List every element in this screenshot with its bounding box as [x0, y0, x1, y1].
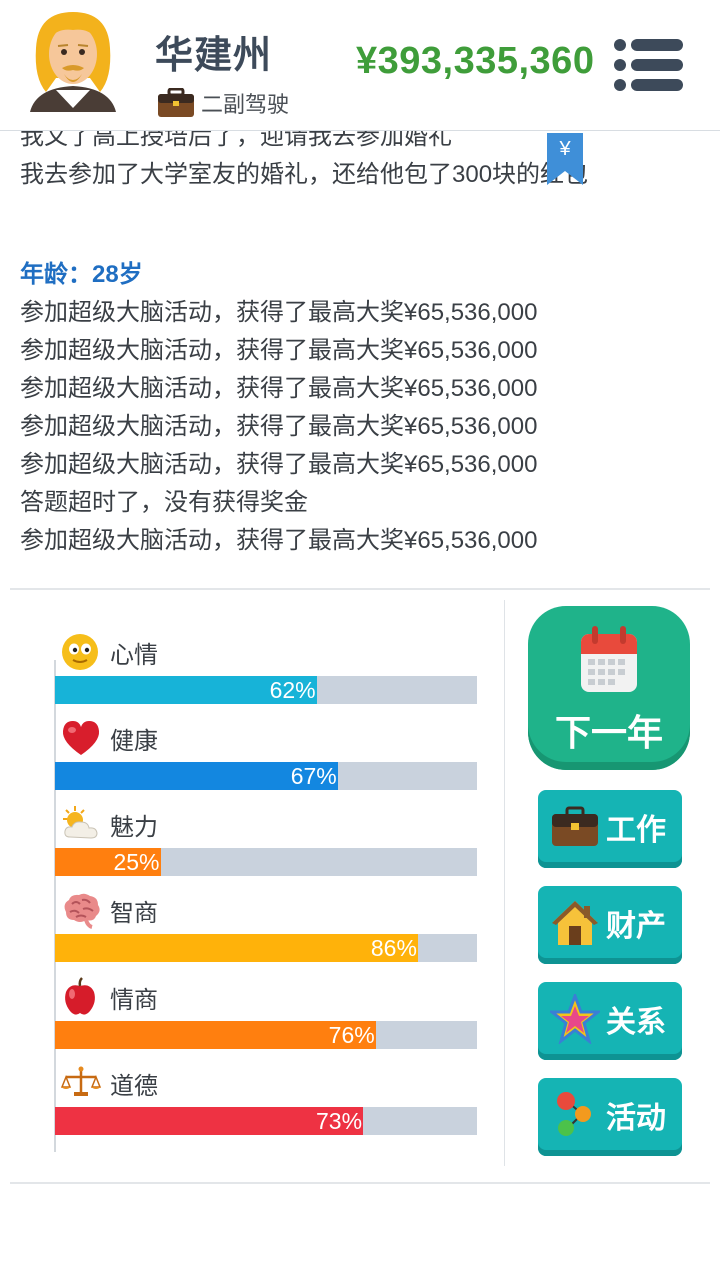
- log-line: 参加超级大脑活动，获得了最高大奖¥65,536,000: [20, 527, 538, 554]
- calendar-icon: [579, 624, 639, 694]
- stat-health: 健康 67%: [55, 718, 477, 804]
- log-line: 我去参加了大学室友的婚礼，还给他包了300块的红包: [20, 161, 589, 188]
- yen-bookmark-icon[interactable]: ¥: [547, 133, 583, 185]
- stat-label: 智商: [110, 899, 158, 927]
- property-label: 财产: [606, 910, 666, 943]
- stat-iq: 智商 86%: [55, 890, 477, 976]
- stat-bar-fill: 62%: [55, 676, 317, 704]
- briefcase-icon: [157, 87, 195, 118]
- stat-bar-fill: 67%: [55, 762, 338, 790]
- stat-bar-track: 73%: [55, 1107, 477, 1135]
- stat-bar-fill: 76%: [55, 1021, 376, 1049]
- stat-bar-track: 86%: [55, 934, 477, 962]
- stat-label: 道德: [110, 1072, 158, 1100]
- log-line: 参加超级大脑活动，获得了最高大奖¥65,536,000: [20, 413, 538, 440]
- stat-bar-fill: 73%: [55, 1107, 364, 1135]
- stat-eq: 情商 76%: [55, 977, 477, 1063]
- job-row: 二副驾驶: [157, 86, 289, 120]
- log-spacer: [20, 194, 710, 256]
- stat-bar-fill: 86%: [55, 934, 418, 962]
- stat-bar-track: 25%: [55, 848, 477, 876]
- stat-label: 情商: [110, 986, 158, 1014]
- svg-text:¥: ¥: [558, 138, 571, 160]
- stat-header: 道德: [60, 1063, 158, 1103]
- log-age-heading: 年龄：28岁: [20, 261, 143, 288]
- stat-header: 情商: [60, 977, 158, 1017]
- property-button[interactable]: 财产: [538, 886, 682, 964]
- work-button[interactable]: 工作: [538, 790, 682, 868]
- activity-label: 活动: [606, 1102, 666, 1135]
- header-divider: [0, 130, 720, 131]
- stat-header: 健康: [60, 718, 158, 758]
- stat-label: 魅力: [110, 813, 158, 841]
- dots-icon: [550, 1090, 600, 1140]
- stat-percent: 62%: [269, 677, 316, 703]
- player-name: 华建州: [155, 35, 273, 77]
- apple-icon: [60, 977, 102, 1017]
- stat-header: 心情: [60, 632, 158, 672]
- stat-bar-track: 67%: [55, 762, 477, 790]
- stat-percent: 67%: [290, 763, 337, 789]
- stat-percent: 76%: [328, 1022, 375, 1048]
- star-icon: [547, 991, 603, 1046]
- briefcase-icon: [550, 802, 600, 852]
- brain-icon: [60, 890, 102, 930]
- stat-label: 心情: [110, 641, 158, 669]
- blonde-man-avatar-icon[interactable]: [26, 8, 120, 120]
- stat-bar-track: 62%: [55, 676, 477, 704]
- next-year-label: 下一年: [554, 712, 663, 753]
- event-log[interactable]: 我又了高上授培后了，迎请我去参加婚礼 我去参加了大学室友的婚礼，还给他包了300块…: [0, 100, 720, 588]
- stat-percent: 73%: [316, 1108, 363, 1134]
- stat-bar-fill: 25%: [55, 848, 161, 876]
- money-amount: ¥393,335,360: [356, 40, 595, 82]
- stat-header: 智商: [60, 890, 158, 930]
- relations-label: 关系: [606, 1006, 666, 1039]
- stat-mood: 心情 62%: [55, 632, 477, 718]
- house-icon: [550, 898, 600, 948]
- stat-bar-track: 76%: [55, 1021, 477, 1049]
- sun-cloud-icon: [60, 804, 102, 844]
- activity-button[interactable]: 活动: [538, 1078, 682, 1156]
- divider: [10, 588, 710, 590]
- stat-percent: 86%: [370, 935, 417, 961]
- stat-label: 健康: [110, 727, 158, 755]
- log-line: 参加超级大脑活动，获得了最高大奖¥65,536,000: [20, 451, 538, 478]
- relations-button[interactable]: 关系: [538, 982, 682, 1060]
- stat-header: 魅力: [60, 804, 158, 844]
- log-line: 参加超级大脑活动，获得了最高大奖¥65,536,000: [20, 375, 538, 402]
- event-log-list: 我又了高上授培后了，迎请我去参加婚礼 我去参加了大学室友的婚礼，还给他包了300块…: [20, 118, 710, 560]
- stat-percent: 25%: [113, 849, 160, 875]
- heart-icon: [60, 718, 102, 758]
- header: 华建州 二副驾驶 ¥393,335,360: [0, 0, 720, 130]
- panel-divider: [504, 600, 505, 1166]
- log-line: 参加超级大脑活动，获得了最高大奖¥65,536,000: [20, 337, 538, 364]
- stat-morality: 道德 73%: [55, 1063, 477, 1149]
- work-label: 工作: [606, 814, 666, 847]
- hamburger-menu-icon[interactable]: [613, 38, 685, 92]
- log-line: 答题超时了，没有获得奖金: [20, 489, 308, 516]
- divider: [10, 1182, 710, 1184]
- stat-charm: 魅力 25%: [55, 804, 477, 890]
- log-line: 参加超级大脑活动，获得了最高大奖¥65,536,000: [20, 299, 538, 326]
- smiley-face-icon: [60, 632, 102, 672]
- balance-scale-icon: [60, 1063, 102, 1103]
- job-title: 二副驾驶: [201, 92, 290, 117]
- next-year-button[interactable]: 下一年: [528, 606, 690, 770]
